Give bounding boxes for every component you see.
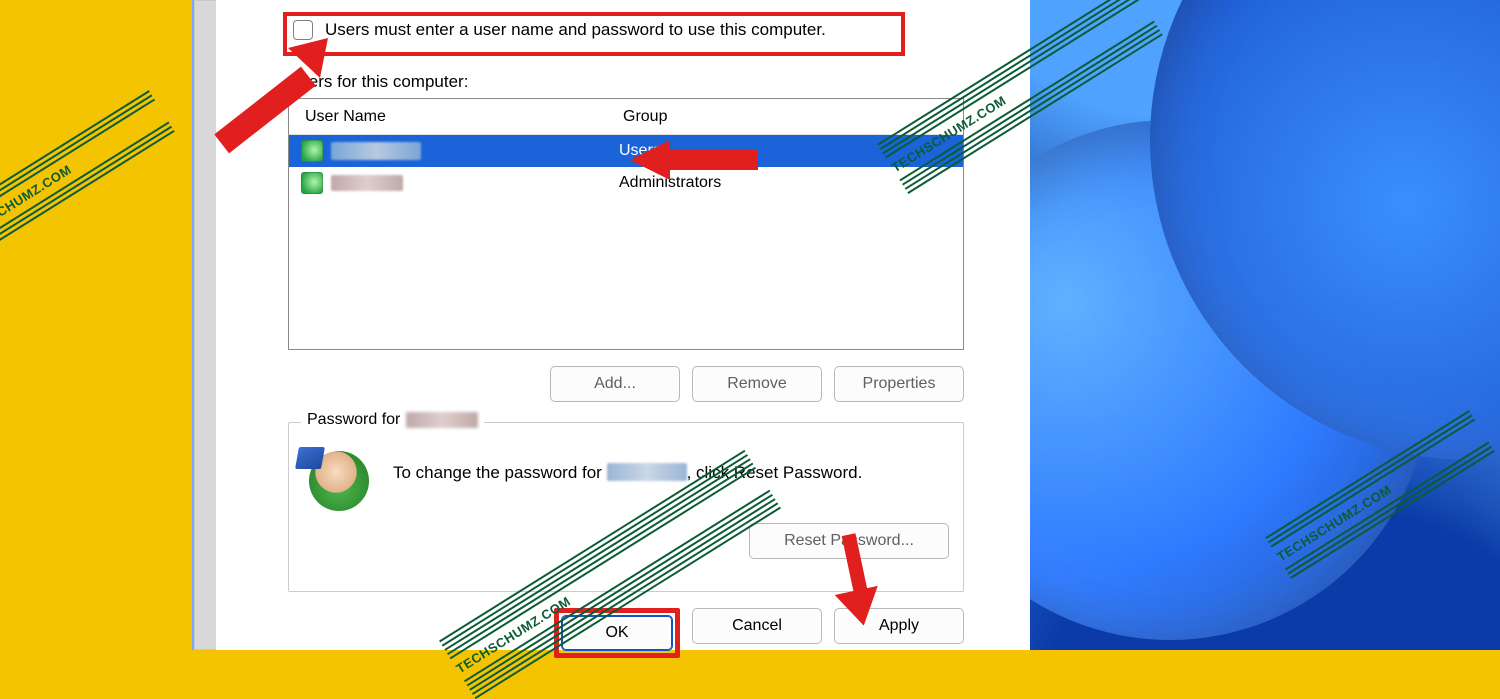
- row-group: Administrators: [619, 174, 963, 192]
- redacted-username: [331, 175, 403, 191]
- user-icon: [301, 172, 323, 194]
- redacted-username: [406, 412, 478, 428]
- user-avatar-icon: [309, 451, 369, 511]
- watermark-text: TECHSCHUMZ.COM: [0, 105, 166, 245]
- row-group: Users: [619, 142, 963, 160]
- ok-button[interactable]: OK: [561, 615, 673, 651]
- users-list-header: User Name Group: [289, 99, 963, 135]
- table-row[interactable]: Administrators: [289, 167, 963, 199]
- cancel-button[interactable]: Cancel: [692, 608, 822, 644]
- users-listbox[interactable]: User Name Group Users Administrators: [288, 98, 964, 350]
- password-instruction-text: To change the password for , click Reset…: [393, 463, 862, 483]
- watermark: TECHSCHUMZ.COM: [0, 90, 175, 259]
- add-user-button[interactable]: Add...: [550, 366, 680, 402]
- users-list-label: Users for this computer:: [288, 72, 468, 92]
- dialog-action-buttons: OK Cancel Apply: [288, 608, 964, 658]
- password-legend-prefix: Password for: [307, 411, 400, 429]
- table-row[interactable]: Users: [289, 135, 963, 167]
- user-icon: [301, 140, 323, 162]
- require-password-label: Users must enter a user name and passwor…: [325, 20, 826, 40]
- dialog-panel: Users must enter a user name and passwor…: [216, 0, 1030, 650]
- require-password-row: Users must enter a user name and passwor…: [293, 20, 826, 40]
- redacted-username: [331, 142, 421, 160]
- annotation-highlight-ok: OK: [554, 608, 680, 658]
- reset-password-button[interactable]: Reset Password...: [749, 523, 949, 559]
- column-header-username[interactable]: User Name: [305, 108, 623, 126]
- apply-button[interactable]: Apply: [834, 608, 964, 644]
- desktop-wallpaper: [1030, 0, 1500, 650]
- redacted-username: [607, 463, 687, 481]
- password-group-legend: Password for: [301, 411, 484, 429]
- password-groupbox: Password for To change the password for …: [288, 422, 964, 592]
- user-accounts-dialog: Users must enter a user name and passwor…: [192, 0, 1030, 650]
- users-list-buttons: Add... Remove Properties: [288, 366, 964, 402]
- column-header-group[interactable]: Group: [623, 108, 963, 126]
- remove-user-button[interactable]: Remove: [692, 366, 822, 402]
- password-text-after: , click Reset Password.: [687, 463, 863, 482]
- user-properties-button[interactable]: Properties: [834, 366, 964, 402]
- require-password-checkbox[interactable]: [293, 20, 313, 40]
- password-text-before: To change the password for: [393, 463, 607, 482]
